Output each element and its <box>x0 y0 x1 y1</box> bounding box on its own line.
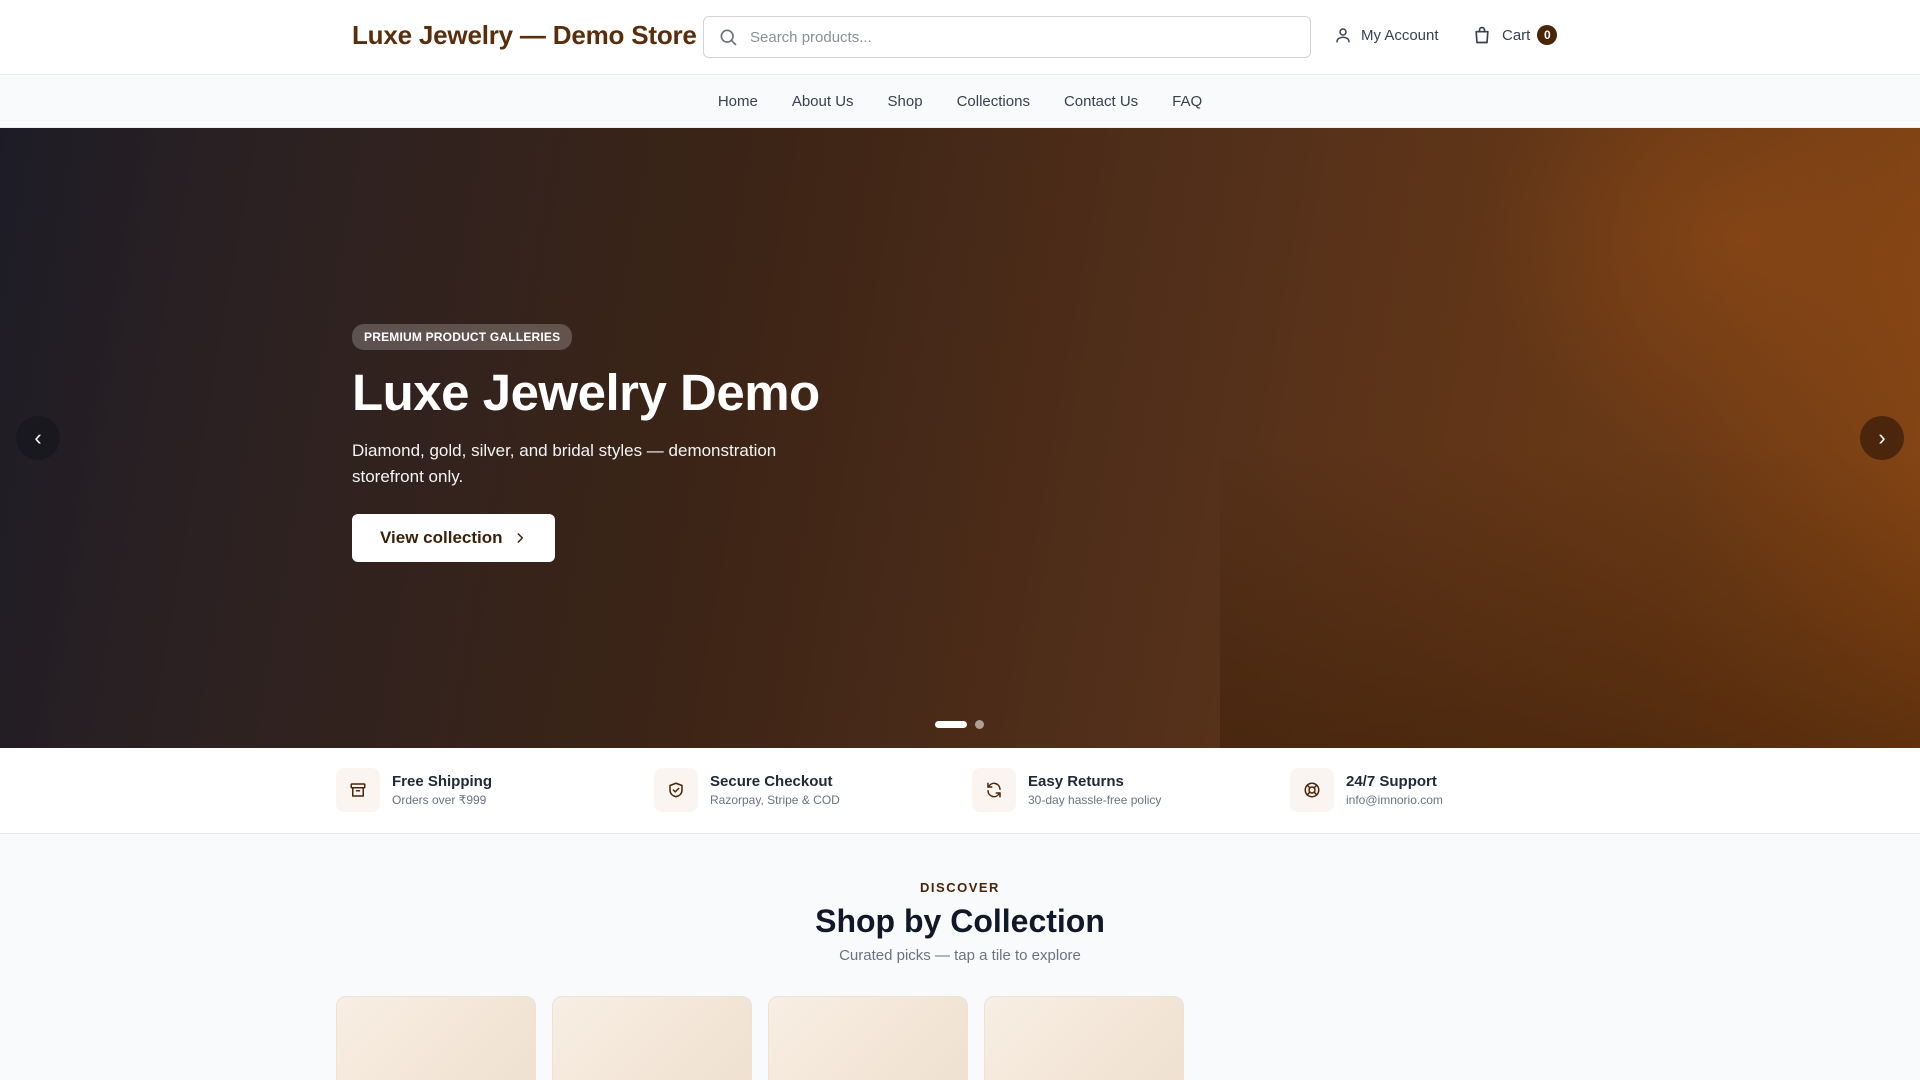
feature-subtitle: Razorpay, Stripe & COD <box>710 793 840 807</box>
feature-easy-returns: Easy Returns 30-day hassle-free policy <box>972 768 1161 812</box>
collections-section: DISCOVER Shop by Collection Curated pick… <box>0 834 1920 1080</box>
my-account-label: My Account <box>1361 26 1439 44</box>
carousel-dot-2[interactable] <box>975 720 984 729</box>
box-icon <box>336 768 380 812</box>
chevron-left-icon: ‹ <box>34 425 42 450</box>
features-bar: Free Shipping Orders over ₹999 Secure Ch… <box>0 748 1920 834</box>
store-logo[interactable]: Luxe Jewelry — Demo Store <box>352 20 697 51</box>
collection-tile[interactable] <box>336 996 536 1080</box>
hero-pill-badge: PREMIUM PRODUCT GALLERIES <box>352 324 573 350</box>
nav-faq[interactable]: FAQ <box>1172 93 1202 110</box>
search-input[interactable] <box>750 28 1290 46</box>
feature-support: 24/7 Support info@imnorio.com <box>1290 768 1443 812</box>
collection-tile[interactable] <box>768 996 968 1080</box>
feature-title: Secure Checkout <box>710 773 833 790</box>
feature-subtitle: info@imnorio.com <box>1346 793 1443 807</box>
nav-contact-us[interactable]: Contact Us <box>1064 93 1138 110</box>
feature-title: Easy Returns <box>1028 773 1124 790</box>
view-collection-label: View collection <box>380 528 503 547</box>
nav-collections[interactable]: Collections <box>957 93 1030 110</box>
nav-about-us[interactable]: About Us <box>792 93 854 110</box>
search-icon <box>720 29 737 46</box>
refresh-icon <box>972 768 1016 812</box>
collection-tile[interactable] <box>984 996 1184 1080</box>
hero-title: Luxe Jewelry Demo <box>352 364 820 421</box>
carousel-prev-button[interactable]: ‹ <box>16 416 60 460</box>
site-header: Luxe Jewelry — Demo Store My Account Car… <box>0 0 1920 74</box>
feature-subtitle: Orders over ₹999 <box>392 793 487 807</box>
cart-count-badge: 0 <box>1537 25 1558 45</box>
feature-free-shipping: Free Shipping Orders over ₹999 <box>336 768 492 812</box>
hero-content: PREMIUM PRODUCT GALLERIES Luxe Jewelry D… <box>352 324 822 562</box>
feature-secure-checkout: Secure Checkout Razorpay, Stripe & COD <box>654 768 840 812</box>
carousel-next-button[interactable]: › <box>1860 416 1904 460</box>
feature-title: Free Shipping <box>392 773 493 790</box>
main-nav: Home About Us Shop Collections Contact U… <box>0 74 1920 128</box>
chevron-right-icon: › <box>1878 425 1886 450</box>
hero-subtitle: Diamond, gold, silver, and bridal styles… <box>352 441 777 486</box>
cart-label: Cart <box>1502 26 1531 44</box>
cart-button[interactable]: Cart 0 <box>1472 24 1558 46</box>
carousel-dots <box>935 720 984 729</box>
section-subtitle: Curated picks — tap a tile to explore <box>839 947 1081 964</box>
my-account-link[interactable]: My Account <box>1334 26 1439 44</box>
section-title: Shop by Collection <box>815 903 1105 939</box>
hero-carousel: PREMIUM PRODUCT GALLERIES Luxe Jewelry D… <box>0 128 1920 748</box>
carousel-dot-1[interactable] <box>935 721 967 728</box>
feature-subtitle: 30-day hassle-free policy <box>1028 793 1162 807</box>
shield-check-icon <box>654 768 698 812</box>
view-collection-button[interactable]: View collection <box>352 514 555 562</box>
user-icon <box>1336 28 1350 43</box>
lifebuoy-icon <box>1290 768 1334 812</box>
section-eyebrow: DISCOVER <box>920 880 1000 895</box>
nav-home[interactable]: Home <box>718 93 758 110</box>
nav-shop[interactable]: Shop <box>888 93 923 110</box>
chevron-right-icon <box>517 533 523 543</box>
collection-tile[interactable] <box>552 996 752 1080</box>
feature-title: 24/7 Support <box>1346 773 1437 790</box>
search-bar[interactable] <box>703 16 1311 58</box>
shopping-bag-icon <box>1475 26 1489 44</box>
